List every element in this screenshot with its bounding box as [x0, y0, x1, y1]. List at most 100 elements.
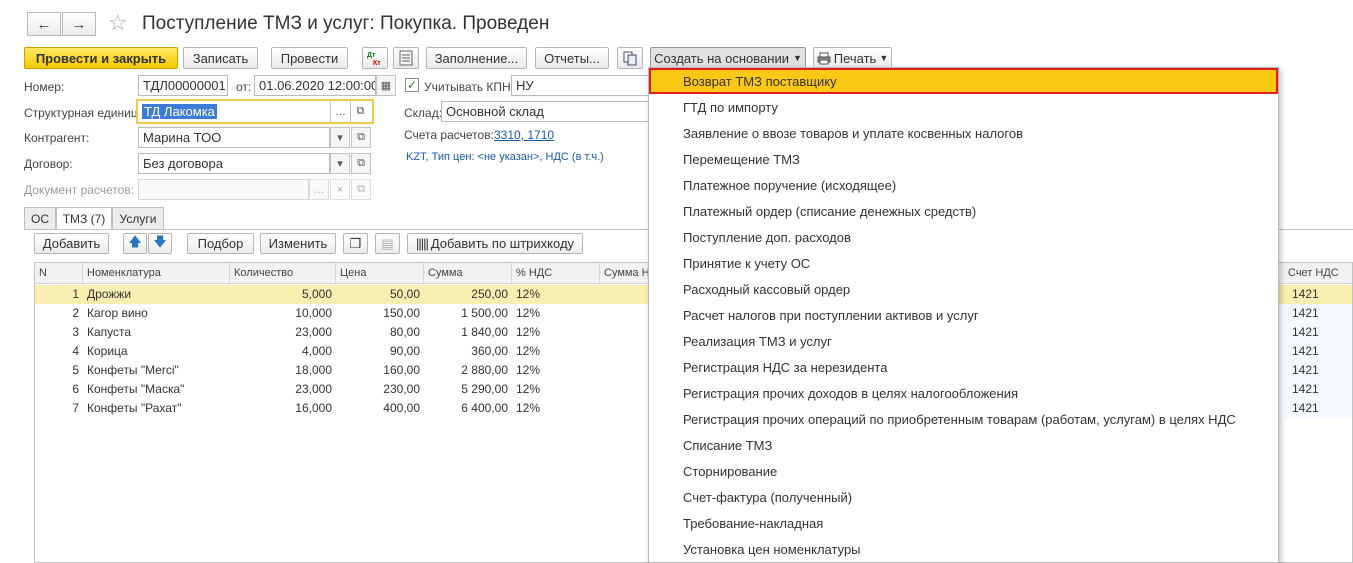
unit-open-button[interactable]: ⧉ [350, 101, 370, 122]
cell-vat[interactable]: 12% [512, 399, 600, 418]
accounts-link[interactable]: 3310, 1710 [494, 128, 554, 142]
cell-vat[interactable]: 12% [512, 342, 600, 361]
cell-sum[interactable]: 360,00 [424, 342, 512, 361]
reports-button[interactable]: Отчеты... [535, 47, 609, 69]
date-field[interactable]: 01.06.2020 12:00:00 [254, 75, 376, 96]
menu-item[interactable]: Поступление доп. расходов [649, 224, 1278, 250]
cell-n[interactable]: 1 [35, 285, 83, 304]
col-header-price[interactable]: Цена [336, 263, 424, 284]
add-row-button[interactable]: Добавить [34, 233, 109, 254]
cell-qty[interactable]: 23,000 [230, 323, 336, 342]
cell-name[interactable]: Конфеты "Рахат" [83, 399, 230, 418]
currency-info-link[interactable]: KZT, Тип цен: <не указан>, НДС (в т.ч.) [406, 151, 604, 163]
cell-qty[interactable]: 23,000 [230, 380, 336, 399]
cell-name[interactable]: Кагор вино [83, 304, 230, 323]
menu-item[interactable]: Требование-накладная [649, 510, 1278, 536]
unit-choose-button[interactable]: … [330, 101, 350, 122]
menu-item[interactable]: Платежное поручение (исходящее) [649, 172, 1278, 198]
cell-sum[interactable]: 5 290,00 [424, 380, 512, 399]
cell-vat[interactable]: 12% [512, 323, 600, 342]
col-header-vat-sum[interactable]: Сумма Н [600, 263, 650, 284]
menu-item[interactable]: Регистрация прочих операций по приобрете… [649, 406, 1278, 432]
number-field[interactable]: ТДЛ00000001 [138, 75, 228, 96]
cell-n[interactable]: 7 [35, 399, 83, 418]
cell-vat-account[interactable]: 1421 [1284, 380, 1352, 399]
cell-vat[interactable]: 12% [512, 304, 600, 323]
cell-sum[interactable]: 1 500,00 [424, 304, 512, 323]
cell-n[interactable]: 2 [35, 304, 83, 323]
menu-item[interactable]: Списание ТМЗ [649, 432, 1278, 458]
cell-sum[interactable]: 2 880,00 [424, 361, 512, 380]
cell-name[interactable]: Конфеты "Маска" [83, 380, 230, 399]
fill-button[interactable]: Заполнение... [426, 47, 527, 69]
forward-button[interactable]: → [62, 12, 96, 36]
save-button[interactable]: Записать [183, 47, 258, 69]
print-button[interactable]: Печать ▼ [813, 47, 892, 69]
cell-name[interactable]: Конфеты "Merci" [83, 361, 230, 380]
cell-qty[interactable]: 4,000 [230, 342, 336, 361]
menu-item[interactable]: Счет-фактура (полученный) [649, 484, 1278, 510]
cell-name[interactable]: Дрожжи [83, 285, 230, 304]
pick-button[interactable]: Подбор [187, 233, 254, 254]
cell-vat-account[interactable]: 1421 [1284, 361, 1352, 380]
cell-qty[interactable]: 16,000 [230, 399, 336, 418]
cell-qty[interactable]: 18,000 [230, 361, 336, 380]
cell-price[interactable]: 160,00 [336, 361, 424, 380]
tab-tmz[interactable]: ТМЗ (7) [56, 207, 112, 230]
contract-dropdown[interactable]: ▾ [330, 153, 350, 174]
structure-button[interactable] [393, 47, 419, 69]
cell-vat-account[interactable]: 1421 [1284, 304, 1352, 323]
menu-item[interactable]: Установка цен номенклатуры [649, 536, 1278, 562]
cell-vat-account[interactable]: 1421 [1284, 285, 1352, 304]
cell-price[interactable]: 150,00 [336, 304, 424, 323]
cell-n[interactable]: 5 [35, 361, 83, 380]
cell-sum[interactable]: 6 400,00 [424, 399, 512, 418]
menu-item[interactable]: Принятие к учету ОС [649, 250, 1278, 276]
add-by-barcode-button[interactable]: ||||| Добавить по штрихкоду [407, 233, 583, 254]
menu-item[interactable]: Расходный кассовый ордер [649, 276, 1278, 302]
create-based-on-button[interactable]: Создать на основании ▼ [650, 47, 806, 69]
col-header-qty[interactable]: Количество [230, 263, 336, 284]
contract-field[interactable]: Без договора [138, 153, 330, 174]
contract-open-button[interactable]: ⧉ [351, 153, 371, 174]
col-header-vat[interactable]: % НДС [512, 263, 600, 284]
cell-sum[interactable]: 1 840,00 [424, 323, 512, 342]
post-button[interactable]: Провести [271, 47, 348, 69]
menu-item[interactable]: Перемещение ТМЗ [649, 146, 1278, 172]
menu-item[interactable]: Регистрация прочих доходов в целях налог… [649, 380, 1278, 406]
counterparty-open-button[interactable]: ⧉ [351, 127, 371, 148]
menu-item[interactable]: Регистрация НДС за нерезидента [649, 354, 1278, 380]
move-down-button[interactable]: 🡇 [148, 233, 172, 254]
cell-vat[interactable]: 12% [512, 361, 600, 380]
menu-item[interactable]: Заявление о ввозе товаров и уплате косве… [649, 120, 1278, 146]
menu-item[interactable]: Сторнирование [649, 458, 1278, 484]
edit-button[interactable]: Изменить [260, 233, 336, 254]
kpn-checkbox[interactable]: ✓ [405, 78, 419, 92]
menu-item[interactable]: Платежный ордер (списание денежных средс… [649, 198, 1278, 224]
back-button[interactable]: ← [27, 12, 61, 36]
cell-price[interactable]: 80,00 [336, 323, 424, 342]
menu-item[interactable]: Возврат ТМЗ поставщику [649, 68, 1278, 94]
cell-vat-account[interactable]: 1421 [1284, 399, 1352, 418]
tab-os[interactable]: ОС [24, 207, 56, 229]
counterparty-field[interactable]: Марина ТОО [138, 127, 330, 148]
cell-name[interactable]: Корица [83, 342, 230, 361]
cell-n[interactable]: 4 [35, 342, 83, 361]
move-up-button[interactable]: 🡅 [123, 233, 147, 254]
cell-sum[interactable]: 250,00 [424, 285, 512, 304]
star-icon[interactable]: ☆ [108, 10, 128, 36]
cell-price[interactable]: 230,00 [336, 380, 424, 399]
menu-item[interactable]: Расчет налогов при поступлении активов и… [649, 302, 1278, 328]
related-docs-button[interactable] [617, 47, 643, 69]
cell-price[interactable]: 400,00 [336, 399, 424, 418]
menu-item[interactable]: Реализация ТМЗ и услуг [649, 328, 1278, 354]
col-header-name[interactable]: Номенклатура [83, 263, 230, 284]
cell-vat-account[interactable]: 1421 [1284, 342, 1352, 361]
col-header-vat-account[interactable]: Счет НДС [1284, 263, 1352, 284]
cell-name[interactable]: Капуста [83, 323, 230, 342]
col-header-n[interactable]: N [35, 263, 83, 284]
warehouse-field[interactable]: Основной склад [441, 101, 649, 122]
counterparty-dropdown[interactable]: ▾ [330, 127, 350, 148]
cell-price[interactable]: 90,00 [336, 342, 424, 361]
cell-price[interactable]: 50,00 [336, 285, 424, 304]
